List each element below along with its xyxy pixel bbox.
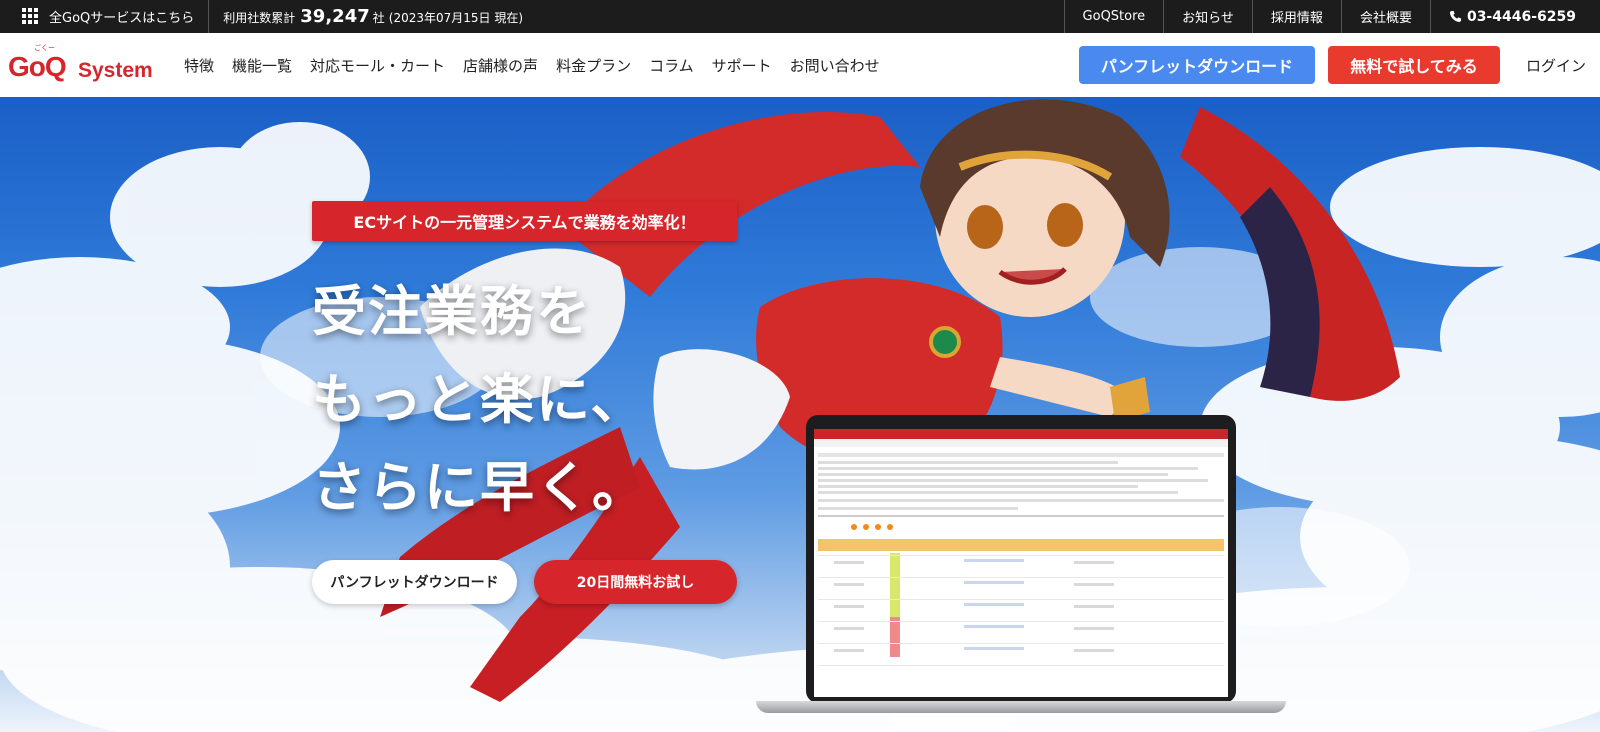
nav-item-pricing[interactable]: 料金プラン (556, 55, 631, 76)
user-count: 利用社数累計 39,247 社 (2023年07月15日 現在) (209, 6, 537, 27)
nav-item-testimonials[interactable]: 店舗様の声 (463, 55, 538, 76)
hero-headline-line-2: もっと楽に、 (312, 368, 647, 431)
login-link[interactable]: ログイン (1526, 55, 1586, 76)
grid-menu-icon (22, 8, 39, 25)
hero-section: ECサイトの一元管理システムで業務を効率化！ 受注業務を もっと楽に、 さらに早… (0, 97, 1600, 732)
user-count-prefix: 利用社数累計 (223, 11, 296, 25)
phone-number: 03-4446-6259 (1466, 8, 1576, 25)
user-count-date: (2023年07月15日 現在) (388, 11, 524, 25)
nav-links: 特徴 機能一覧 対応モール・カート 店舗様の声 料金プラン コラム サポート お… (184, 55, 898, 76)
nav-item-features[interactable]: 特徴 (184, 55, 214, 76)
nav-item-support[interactable]: サポート (712, 55, 772, 76)
careers-link[interactable]: 採用情報 (1251, 0, 1341, 33)
pamphlet-download-button[interactable]: パンフレットダウンロード (1078, 46, 1315, 84)
top-utility-links: GoQStore お知らせ 採用情報 会社概要 03-4446-6259 (1063, 0, 1600, 33)
hero-tagline: ECサイトの一元管理システムで業務を効率化！ (312, 201, 737, 241)
nav-item-functions[interactable]: 機能一覧 (232, 55, 292, 76)
laptop-base (756, 701, 1286, 713)
goqstore-link[interactable]: GoQStore (1063, 0, 1164, 33)
hero-headline-line-3: さらに早く。 (312, 456, 648, 519)
laptop-screen-content (814, 429, 1228, 697)
top-utility-bar: 全GoQサービスはこちら 利用社数累計 39,247 社 (2023年07月15… (0, 0, 1600, 33)
user-count-value: 39,247 (300, 6, 370, 27)
nav-item-supported-malls[interactable]: 対応モール・カート (310, 55, 445, 76)
all-services-link[interactable]: 全GoQサービスはこちら (0, 0, 210, 33)
free-trial-button[interactable]: 無料で試してみる (1327, 46, 1500, 84)
user-count-unit: 社 (372, 11, 385, 25)
phone-link[interactable]: 03-4446-6259 (1429, 0, 1600, 33)
nav-item-contact[interactable]: お問い合わせ (790, 55, 880, 76)
app-screenshot-preview (814, 429, 1228, 666)
logo-system: System (78, 59, 153, 82)
nav-cta-group: パンフレットダウンロード 無料で試してみる ログイン (1078, 46, 1586, 84)
hero-headline-line-1: 受注業務を (312, 280, 592, 343)
all-services-label: 全GoQサービスはこちら (49, 11, 195, 26)
hero-trial-button[interactable]: 20日間無料お試し (534, 560, 737, 604)
phone-icon (1449, 10, 1462, 23)
laptop-mockup (756, 415, 1286, 715)
company-link[interactable]: 会社概要 (1340, 0, 1430, 33)
main-navigation: ごくー GoQ System 特徴 機能一覧 対応モール・カート 店舗様の声 料… (0, 33, 1600, 97)
news-link[interactable]: お知らせ (1163, 0, 1252, 33)
hero-pamphlet-button[interactable]: パンフレットダウンロード (312, 560, 517, 604)
goq-system-logo[interactable]: ごくー GoQ System (8, 44, 158, 85)
logo-goq: GoQ (8, 51, 67, 82)
nav-item-column[interactable]: コラム (649, 55, 694, 76)
